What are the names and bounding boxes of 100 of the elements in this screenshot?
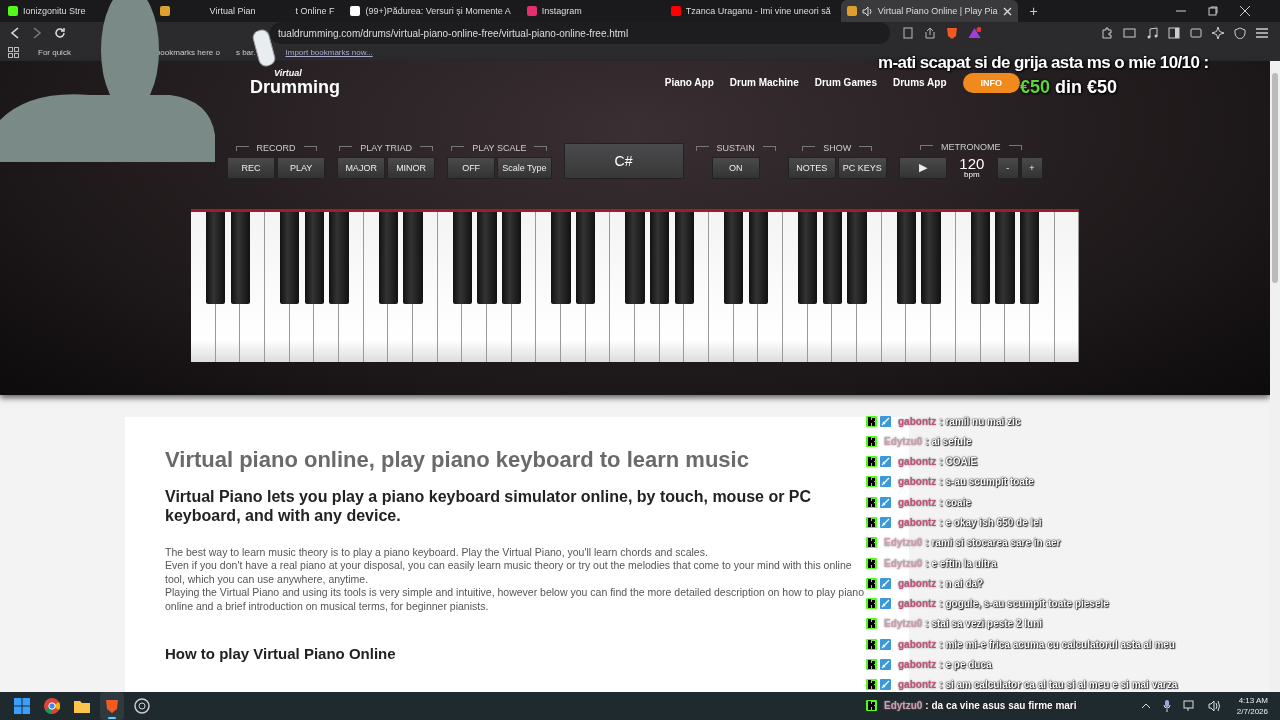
article-title: Virtual piano online, play piano keyboard to learn music <box>165 447 750 474</box>
metronome-play-button[interactable]: ▶ <box>898 156 947 179</box>
chat-message: : e pe duca <box>939 659 992 671</box>
import-bookmarks-link[interactable]: Import bookmarks now... <box>285 48 373 58</box>
chat-author: gabontz <box>898 517 937 528</box>
article-paragraph: Playing the Virtual Piano and using its tools is very simple and intuitive, however below you can find the more detailed description on how to play piano online and a brief introduction on musical terms, for beginner pianists. <box>165 586 866 613</box>
control-button[interactable]: Scale Type <box>497 157 552 180</box>
triangle-icon[interactable] <box>968 27 981 40</box>
chat-message: : stai sa vezi peste 2 luni <box>925 618 1043 630</box>
caret-icon[interactable] <box>1140 703 1151 709</box>
tab-title: t Online F <box>295 6 335 16</box>
control-button[interactable]: REC <box>227 157 276 180</box>
chat-message: : da ca vine asus sau firme mari <box>925 699 1077 711</box>
kick-badge-icon <box>866 679 877 691</box>
screenshot-icon[interactable] <box>1123 27 1136 40</box>
chat-message: : n ai da? <box>939 577 984 589</box>
forward-icon[interactable] <box>32 27 42 40</box>
kick-badge-icon <box>866 537 877 549</box>
shield-icon[interactable] <box>1234 27 1246 40</box>
bracket-line <box>802 145 816 151</box>
circle-icon <box>134 698 150 714</box>
volume-icon[interactable] <box>1207 700 1221 712</box>
browser-tab[interactable]: Tzanca Uraganu - Imi vine uneori să <box>664 0 837 22</box>
bracket-line <box>534 145 548 151</box>
control-group-label: RECORD <box>256 143 296 154</box>
control-button[interactable]: PLAY <box>277 157 326 180</box>
chat-message: : ramil nu mai zic <box>939 415 1021 427</box>
browser-tab[interactable]: (99+)Pădurea: Versuri și Momente A <box>344 0 517 22</box>
article-subtitle: Virtual Piano lets you play a piano keyboard simulator online, by touch, mouse or PC keyboard, and with any device. <box>165 487 813 526</box>
reader-icon[interactable] <box>902 27 914 40</box>
sword-badge-icon <box>880 517 891 528</box>
chat-author: gabontz <box>898 638 937 650</box>
site-logo[interactable]: Virtual Drumming <box>250 69 340 97</box>
sword-badge-icon <box>880 638 891 650</box>
kick-badge-icon <box>866 638 877 650</box>
chat-message: : e okay ish 650 de lei <box>939 517 1042 528</box>
extensions-icon[interactable] <box>1101 27 1113 40</box>
nav-link[interactable]: Drum Games <box>814 77 877 89</box>
menu-icon[interactable] <box>1256 28 1268 39</box>
clock-date[interactable]: 2/7/2026 <box>1236 706 1268 717</box>
sparkle-icon[interactable] <box>1212 27 1224 40</box>
chat-author: gabontz <box>898 679 937 691</box>
chat-message: : mie mi-e frica acuma cu calculatorul asta al meu <box>939 638 1175 650</box>
clock-time[interactable]: 4:13 AM <box>1238 695 1268 706</box>
back-icon[interactable] <box>10 27 20 40</box>
restore-icon[interactable] <box>1208 6 1218 16</box>
share-icon[interactable] <box>924 27 936 40</box>
browser-icon <box>44 698 60 714</box>
microphone-icon[interactable] <box>1162 700 1171 712</box>
tab-title: Tzanca Uraganu - Imi vine uneori să <box>685 6 831 16</box>
wallet-icon[interactable] <box>1190 27 1202 40</box>
control-button[interactable]: + <box>1020 156 1043 179</box>
bookmarks-hint-text: For quick <box>38 48 71 58</box>
control-button[interactable]: OFF <box>447 157 496 180</box>
control-button[interactable]: ON <box>711 157 760 180</box>
chat-author: Edytzu0 <box>884 618 923 630</box>
control-button[interactable]: - <box>996 156 1019 179</box>
browser-tab[interactable]: Ionizgonitu Stre <box>2 0 92 22</box>
sword-badge-icon <box>880 456 891 468</box>
tab-title: Ionizgonitu Stre <box>23 6 86 16</box>
piano-keyboard-drawing[interactable] <box>191 209 1079 363</box>
bracket-line <box>859 145 873 151</box>
kick-badge-icon <box>866 435 877 447</box>
favicon-icon <box>159 6 170 16</box>
chat-author: gabontz <box>898 598 937 610</box>
bracket-line <box>235 145 249 151</box>
browser-tab[interactable]: Virtual Piano Online | Play Pia <box>840 0 1018 22</box>
reload-icon[interactable] <box>54 27 66 40</box>
tab-title: Instagram <box>541 6 582 16</box>
control-button[interactable]: MINOR <box>387 157 436 180</box>
bracket-line <box>419 145 433 151</box>
chat-message: : gogule, s-au scumpit toate piesele <box>939 598 1109 610</box>
scrollbar-thumb[interactable] <box>1272 73 1278 284</box>
bracket-line <box>339 145 353 151</box>
control-button[interactable]: MAJOR <box>337 157 386 180</box>
browser-tab[interactable]: Virtual Pian t Online F <box>153 0 341 22</box>
music-icon[interactable] <box>1146 27 1158 40</box>
apps-grid-icon[interactable] <box>8 47 19 59</box>
speaker-icon <box>861 5 873 17</box>
browser-tab[interactable]: Instagram <box>520 0 661 22</box>
control-button[interactable]: NOTES <box>787 157 836 180</box>
nav-link[interactable]: Piano App <box>664 77 714 89</box>
sidebar-icon[interactable] <box>1168 27 1180 40</box>
section-heading: How to play Virtual Piano Online <box>165 645 397 662</box>
kick-badge-icon <box>866 618 877 630</box>
kick-badge-icon <box>866 476 877 488</box>
chat-message: : ai sefule <box>925 435 972 447</box>
close-icon[interactable] <box>1240 6 1250 16</box>
bracket-line <box>762 145 776 151</box>
new-tab-button[interactable]: + <box>1023 2 1044 20</box>
taskbar-app[interactable] <box>100 692 124 720</box>
chat-message: : si am calculator ca al tau si al meu e si mai varza <box>939 679 1178 691</box>
nav-link[interactable]: Drums App <box>892 77 947 89</box>
chat-author: gabontz <box>898 415 937 427</box>
control-button[interactable]: PC KEYS <box>837 157 887 180</box>
monitor-icon[interactable] <box>1182 700 1196 712</box>
tab-title: Virtual Piano Online | Play Pia <box>877 6 998 16</box>
address-bar[interactable]: tualdrumming.com/drums/virtual-piano-online-free/virtual-piano-online-free.html <box>270 22 890 45</box>
nav-link[interactable]: Drum Machine <box>729 77 799 89</box>
close-icon[interactable] <box>1002 6 1012 16</box>
